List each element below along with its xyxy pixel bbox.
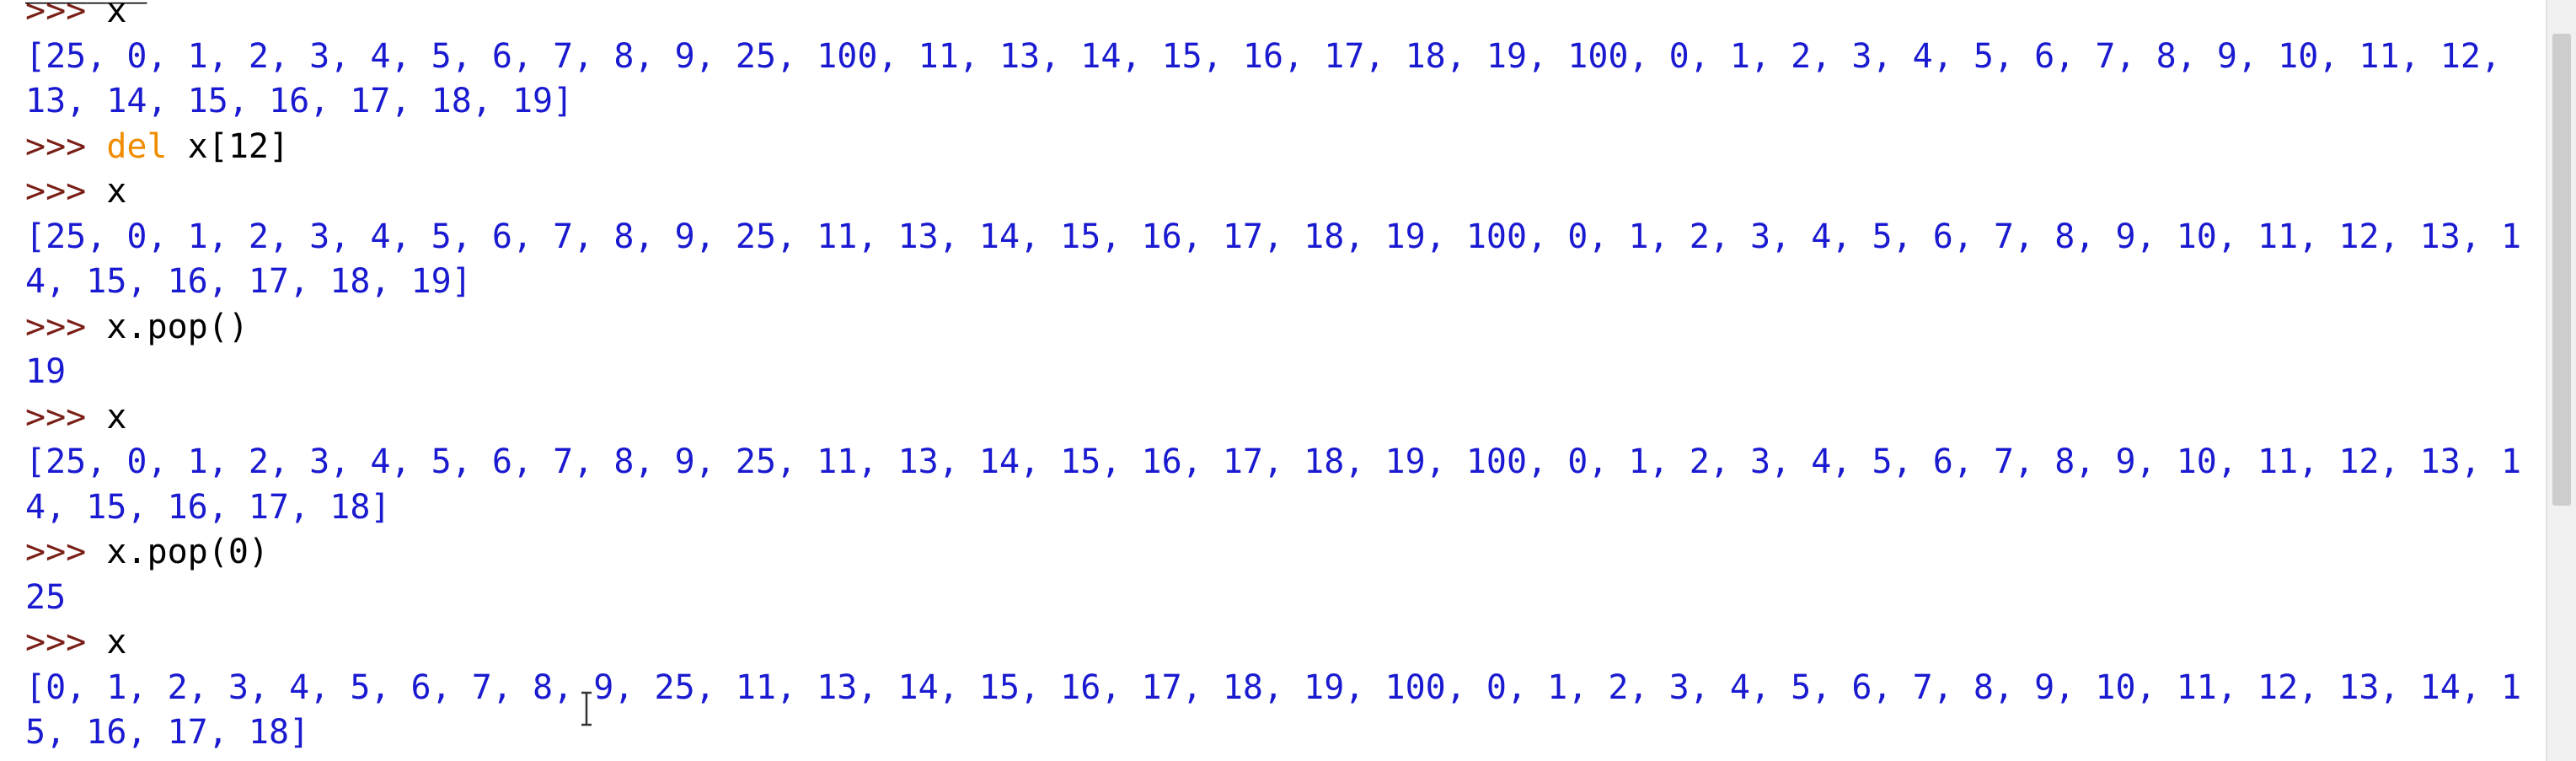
- output-line: 5, 16, 17, 18]: [25, 710, 309, 755]
- input-code: x.pop(): [106, 307, 249, 346]
- output-text: 25: [25, 577, 67, 617]
- prompt-marker: >>>: [25, 172, 107, 211]
- vertical-scrollbar[interactable]: [2546, 0, 2576, 761]
- output-text: 4, 15, 16, 17, 18]: [25, 487, 391, 527]
- output-text: [25, 0, 1, 2, 3, 4, 5, 6, 7, 8, 9, 25, 1…: [25, 442, 2522, 481]
- input-line: >>> x.pop(0): [25, 530, 269, 575]
- output-text: 19: [25, 352, 67, 391]
- prompt-marker: >>>: [25, 307, 107, 346]
- output-text: [25, 0, 1, 2, 3, 4, 5, 6, 7, 8, 9, 25, 1…: [25, 217, 2522, 256]
- output-text: 13, 14, 15, 16, 17, 18, 19]: [25, 82, 574, 121]
- output-line: 4, 15, 16, 17, 18, 19]: [25, 260, 472, 304]
- prompt-marker: >>>: [25, 623, 107, 662]
- prompt-marker: >>>: [25, 0, 107, 30]
- input-line: >>> x: [25, 169, 126, 214]
- output-text: [0, 1, 2, 3, 4, 5, 6, 7, 8, 9, 25, 11, 1…: [25, 667, 2522, 707]
- prompt-marker: >>>: [25, 533, 107, 571]
- output-line: 13, 14, 15, 16, 17, 18, 19]: [25, 79, 573, 124]
- output-line: [25, 0, 1, 2, 3, 4, 5, 6, 7, 8, 9, 25, 1…: [25, 440, 2521, 485]
- output-line: [25, 0, 1, 2, 3, 4, 5, 6, 7, 8, 9, 25, 1…: [25, 215, 2521, 260]
- input-code: x[12]: [167, 126, 290, 166]
- input-line: >>> del x[12]: [25, 125, 289, 169]
- input-line: >>> x: [25, 395, 126, 440]
- output-line: [25, 0, 1, 2, 3, 4, 5, 6, 7, 8, 9, 25, 1…: [25, 35, 2501, 79]
- output-line: 25: [25, 576, 66, 620]
- input-code: x: [106, 0, 127, 30]
- output-text: 4, 15, 16, 17, 18, 19]: [25, 262, 472, 301]
- input-code: x: [106, 623, 127, 662]
- input-code: x: [106, 397, 127, 437]
- input-line: >>> x.pop(): [25, 305, 249, 350]
- input-line: >>> x: [25, 0, 126, 34]
- prompt-marker: >>>: [25, 126, 107, 166]
- output-line: 19: [25, 350, 66, 394]
- input-line: >>> x: [25, 620, 126, 665]
- input-code: x: [106, 172, 127, 211]
- scrollbar-thumb[interactable]: [2552, 34, 2571, 506]
- output-text: 5, 16, 17, 18]: [25, 713, 310, 752]
- python-shell-window[interactable]: ______ >>> x[25, 0, 1, 2, 3, 4, 5, 6, 7,…: [0, 0, 2576, 761]
- input-code: x.pop(0): [106, 533, 269, 571]
- output-line: 4, 15, 16, 17, 18]: [25, 485, 390, 530]
- prompt-marker: >>>: [25, 397, 107, 437]
- output-text: [25, 0, 1, 2, 3, 4, 5, 6, 7, 8, 9, 25, 1…: [25, 36, 2502, 76]
- output-line: [0, 1, 2, 3, 4, 5, 6, 7, 8, 9, 25, 11, 1…: [25, 666, 2521, 710]
- text-ibeam-cursor-icon: [581, 691, 592, 726]
- keyword-token: del: [106, 126, 168, 166]
